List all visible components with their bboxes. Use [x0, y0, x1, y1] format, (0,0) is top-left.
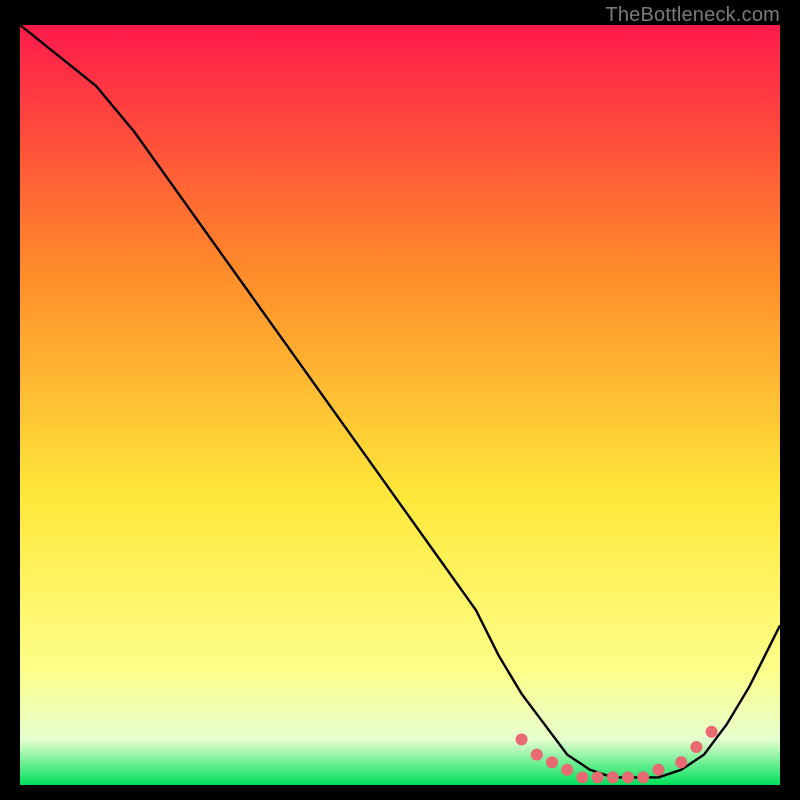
gradient-background: [20, 25, 780, 785]
highlight-dot: [675, 756, 687, 768]
highlight-dot: [652, 764, 664, 776]
highlight-dot: [622, 771, 634, 783]
bottleneck-chart: [20, 25, 780, 785]
chart-stage: TheBottleneck.com: [0, 0, 800, 800]
highlight-dot: [607, 771, 619, 783]
highlight-dot: [576, 771, 588, 783]
highlight-dot: [561, 764, 573, 776]
highlight-dot: [637, 771, 649, 783]
highlight-dot: [546, 756, 558, 768]
highlight-dot: [690, 741, 702, 753]
highlight-dot: [531, 749, 543, 761]
highlight-dot: [516, 733, 528, 745]
attribution-label: TheBottleneck.com: [605, 4, 780, 27]
highlight-dot: [706, 726, 718, 738]
highlight-dot: [592, 771, 604, 783]
